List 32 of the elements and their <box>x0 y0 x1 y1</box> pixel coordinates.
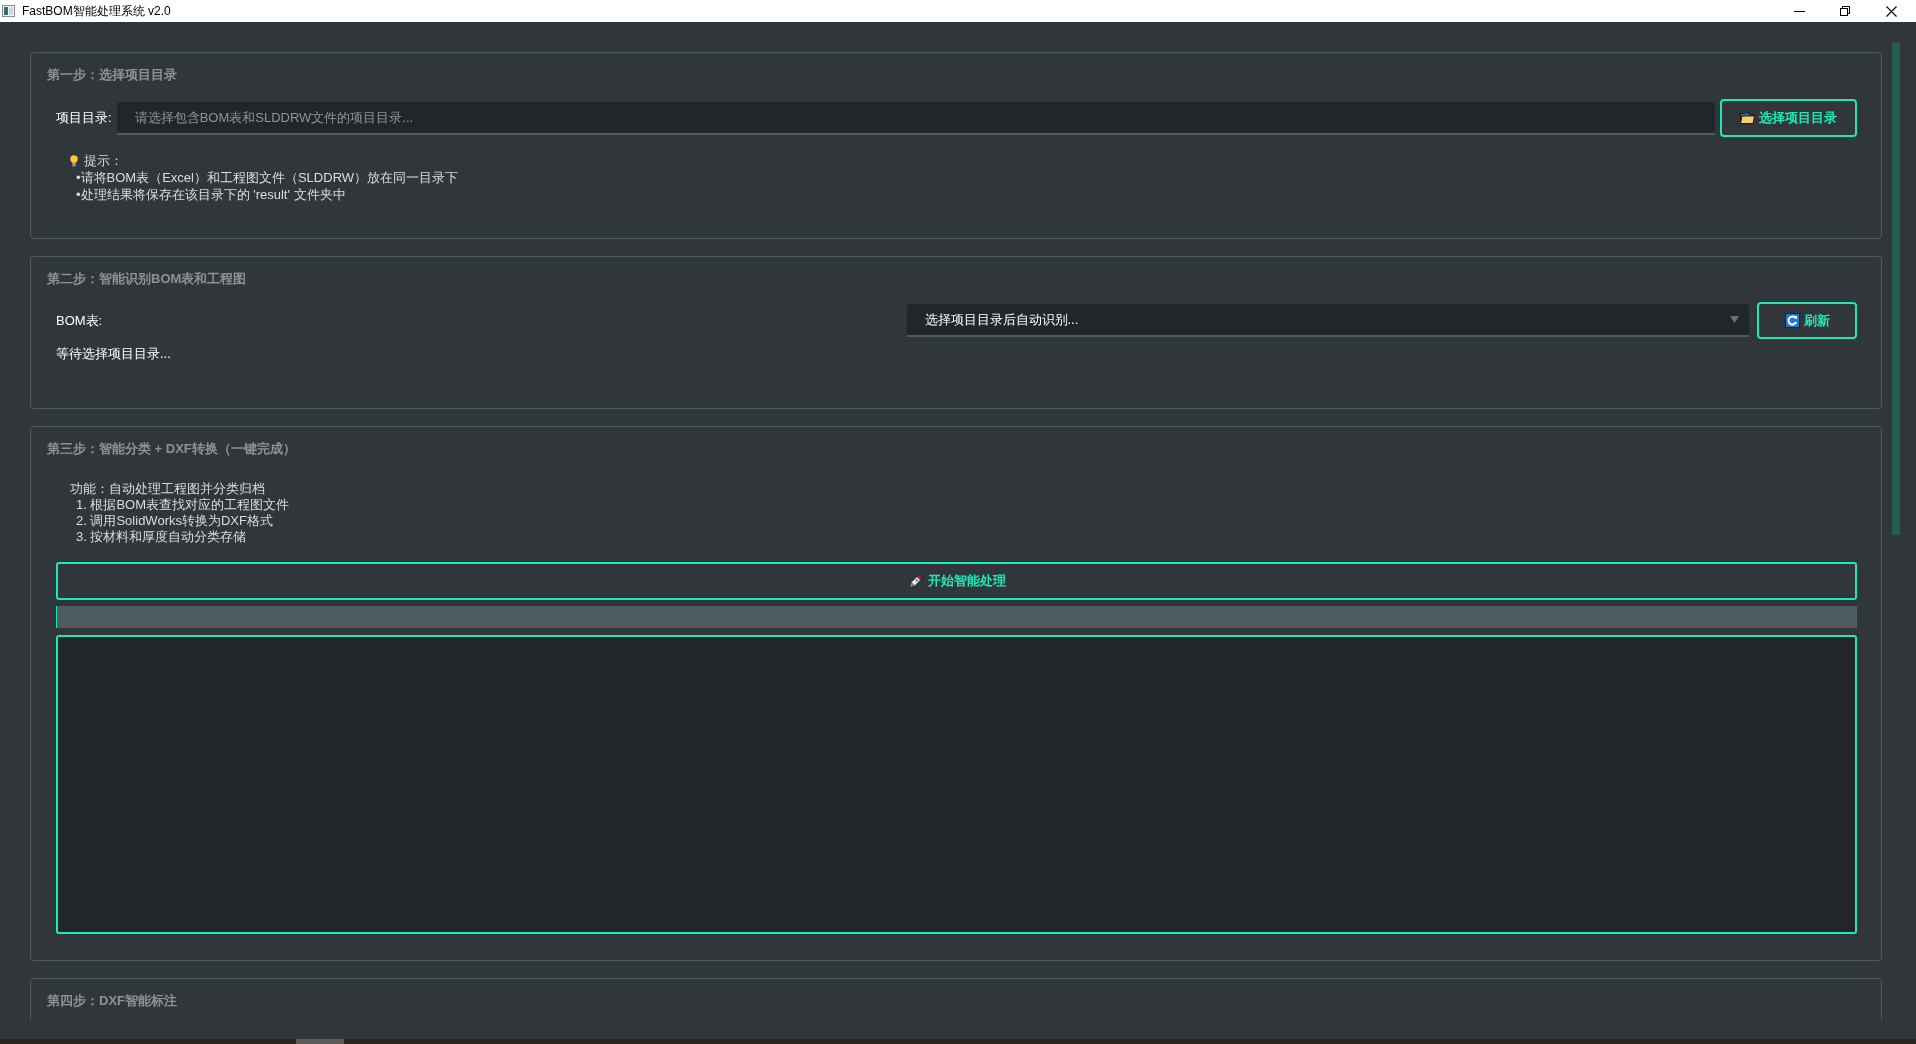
section-title: 第一步：选择项目目录 <box>47 66 177 84</box>
description-text: 3. 按材料和厚度自动分类存储 <box>75 529 247 545</box>
folder-icon <box>1740 112 1755 124</box>
section-title: 第三步：智能分类 + DXF转换（一键完成） <box>47 440 296 458</box>
field-label: 项目目录: <box>56 109 112 127</box>
status-text: 等待选择项目目录... <box>56 345 171 362</box>
choose-directory-button[interactable]: 选择项目目录 <box>1720 99 1857 137</box>
window-title: FastBOM智能处理系统 v2.0 <box>22 2 171 20</box>
restore-icon[interactable] <box>1840 6 1850 16</box>
tip-text: •处理结果将保存在该目录下的 'result' 文件夹中 <box>75 186 346 203</box>
minimize-icon[interactable] <box>1793 10 1805 12</box>
scrollbar-thumb[interactable] <box>296 1039 344 1044</box>
close-icon[interactable] <box>1885 5 1897 17</box>
field-label: BOM表: <box>56 311 103 330</box>
rocket-icon <box>907 573 924 589</box>
description-text: 1. 根据BOM表查找对应的工程图文件 <box>75 497 290 513</box>
scrollbar-thumb[interactable] <box>1892 43 1900 535</box>
section-title: 第四步：DXF智能标注 <box>47 992 177 1010</box>
dropdown-arrow-icon <box>1730 316 1739 323</box>
refresh-button[interactable]: 刷新 <box>1757 302 1857 339</box>
tip-heading: 提示： <box>84 152 123 169</box>
directory-input-field[interactable]: 请选择包含BOM表和SLDDRW文件的项目目录... <box>116 101 1715 135</box>
bom-dropdown[interactable]: 选择项目目录后自动识别... <box>906 304 1749 337</box>
description-text: 功能：自动处理工程图并分类归档 <box>70 481 265 497</box>
refresh-icon <box>1784 313 1800 328</box>
description-text: 2. 调用SolidWorks转换为DXF格式 <box>75 513 273 529</box>
section-title: 第二步：智能识别BOM表和工程图 <box>47 270 247 288</box>
horizontal-scrollbar[interactable] <box>0 1039 1916 1044</box>
log-output-field[interactable] <box>56 635 1857 934</box>
start-processing-button[interactable]: 开始智能处理 <box>56 562 1857 600</box>
tip-text: •请将BOM表（Excel）和工程图文件（SLDDRW）放在同一目录下 <box>75 169 459 186</box>
lightbulb-icon <box>70 154 78 167</box>
